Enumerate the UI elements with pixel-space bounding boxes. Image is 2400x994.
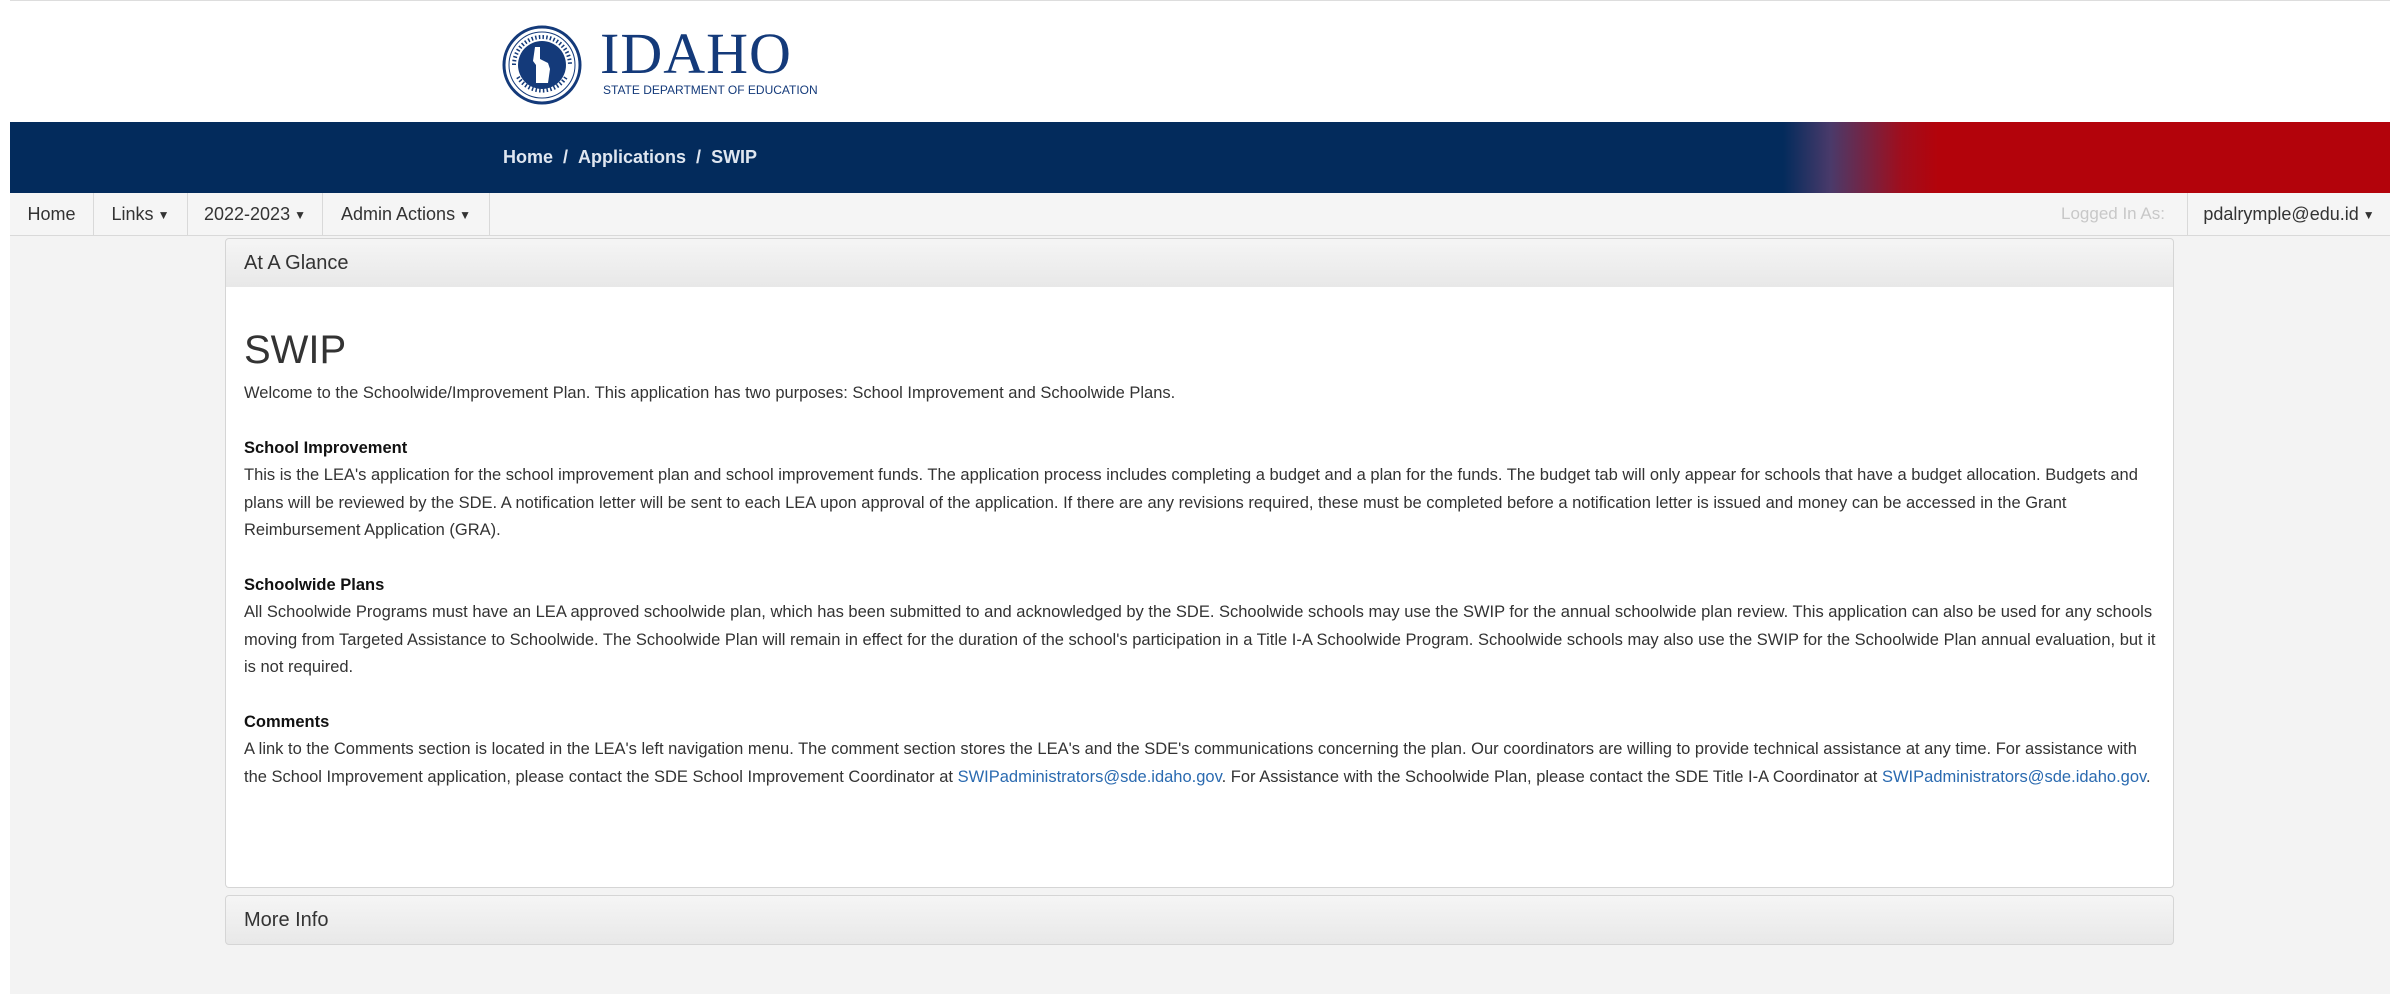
section-heading-school-improvement: School Improvement bbox=[244, 438, 408, 457]
user-menu-dropdown[interactable]: pdalrymple@edu.id ▼ bbox=[2187, 193, 2390, 235]
main-nav: Home Links ▼ 2022-2023 ▼ Admin Actions ▼ Lo… bbox=[10, 193, 2390, 236]
nav-year-label: 2022-2023 bbox=[204, 204, 291, 224]
caret-down-icon: ▼ bbox=[2362, 208, 2375, 222]
nav-admin-actions-label: Admin Actions bbox=[341, 204, 456, 224]
nav-links-label: Links bbox=[111, 204, 154, 224]
section-body-comments: A link to the Comments section is locate… bbox=[244, 736, 2156, 791]
intro-text: Welcome to the Schoolwide/Improvement Pl… bbox=[244, 384, 1176, 402]
breadcrumb-separator: / bbox=[696, 147, 702, 167]
more-info-title: More Info bbox=[244, 909, 329, 931]
nav-year-dropdown[interactable]: 2022-2023 ▼ bbox=[188, 193, 323, 235]
glance-content: SWIP Welcome to the Schoolwide/Improveme… bbox=[244, 327, 2156, 791]
caret-down-icon: ▼ bbox=[459, 208, 471, 222]
section-heading-comments: Comments bbox=[244, 712, 330, 731]
section-body-schoolwide-plans: All Schoolwide Programs must have an LEA… bbox=[244, 603, 2156, 676]
breadcrumb-home[interactable]: Home bbox=[503, 147, 553, 167]
at-a-glance-panel-body: SWIP Welcome to the Schoolwide/Improveme… bbox=[225, 287, 2174, 888]
nav-home[interactable]: Home bbox=[10, 193, 94, 235]
breadcrumb-separator: / bbox=[563, 147, 569, 167]
breadcrumb-applications[interactable]: Applications bbox=[578, 147, 686, 167]
state-seal-icon bbox=[502, 25, 582, 105]
logo-title: IDAHO bbox=[600, 21, 792, 86]
comments-text-3: . bbox=[2146, 767, 2151, 786]
at-a-glance-title: At A Glance bbox=[244, 252, 349, 274]
site-header: IDAHO STATE DEPARTMENT OF EDUCATION bbox=[10, 0, 2390, 122]
nav-links-dropdown[interactable]: Links ▼ bbox=[94, 193, 188, 235]
logged-in-label: Logged In As: bbox=[2061, 204, 2165, 223]
section-body-school-improvement: This is the LEA's application for the sc… bbox=[244, 466, 2138, 539]
page-title: SWIP bbox=[244, 328, 347, 372]
email-link-schoolwide[interactable]: SWIPadministrators@sde.idaho.gov bbox=[1882, 768, 2146, 786]
at-a-glance-panel-header[interactable]: At A Glance bbox=[225, 238, 2174, 288]
nav-home-label: Home bbox=[27, 204, 76, 224]
breadcrumb: Home / Applications / SWIP bbox=[503, 122, 757, 193]
page: IDAHO STATE DEPARTMENT OF EDUCATION Home… bbox=[10, 0, 2390, 994]
caret-down-icon: ▼ bbox=[294, 208, 306, 222]
more-info-panel-header[interactable]: More Info bbox=[225, 895, 2174, 945]
email-link-school-improvement[interactable]: SWIPadministrators@sde.idaho.gov bbox=[958, 768, 1222, 786]
breadcrumb-current: SWIP bbox=[711, 147, 758, 167]
comments-text-2: . For Assistance with the Schoolwide Pla… bbox=[1221, 767, 1882, 786]
logo-subtitle: STATE DEPARTMENT OF EDUCATION bbox=[603, 83, 818, 97]
caret-down-icon: ▼ bbox=[157, 208, 170, 222]
user-email: pdalrymple@edu.id bbox=[2203, 204, 2359, 224]
nav-admin-actions-dropdown[interactable]: Admin Actions ▼ bbox=[323, 193, 490, 235]
section-heading-schoolwide-plans: Schoolwide Plans bbox=[244, 575, 385, 594]
breadcrumb-banner: Home / Applications / SWIP bbox=[10, 122, 2390, 193]
